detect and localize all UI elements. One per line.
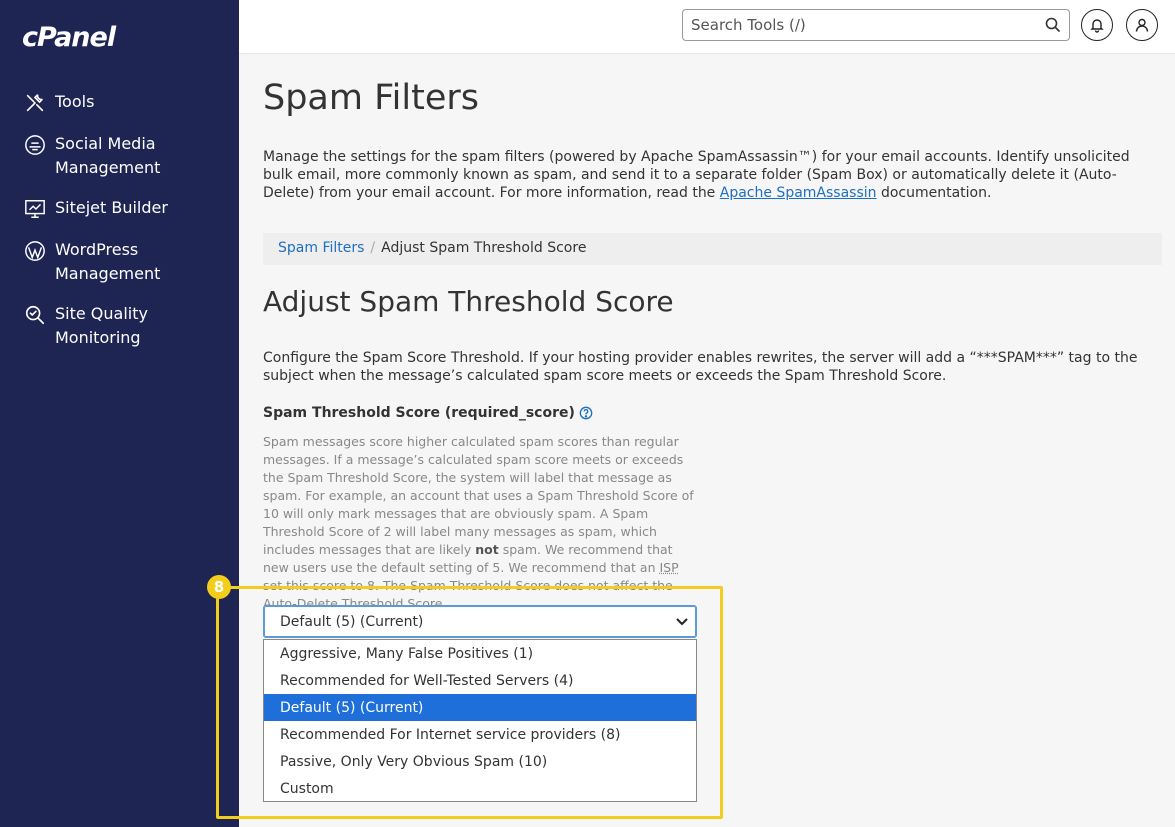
sitejet-icon bbox=[22, 196, 48, 222]
spam-threshold-dropdown: Aggressive, Many False Positives (1) Rec… bbox=[263, 639, 697, 802]
section-description: Configure the Spam Score Threshold. If y… bbox=[263, 350, 1138, 384]
sidebar: cPanel Tools Social Media Management Sit… bbox=[0, 0, 239, 827]
option-custom[interactable]: Custom bbox=[264, 775, 696, 802]
breadcrumb-separator: / bbox=[370, 240, 376, 256]
intro-text: Manage the settings for the spam filters… bbox=[263, 149, 1130, 201]
search-box bbox=[682, 9, 1070, 41]
breadcrumb-current: Adjust Spam Threshold Score bbox=[381, 240, 587, 256]
option-passive[interactable]: Passive, Only Very Obvious Spam (10) bbox=[264, 748, 696, 775]
option-well-tested[interactable]: Recommended for Well-Tested Servers (4) bbox=[264, 667, 696, 694]
sidebar-item-label: Sitejet Builder bbox=[55, 198, 168, 217]
option-aggressive[interactable]: Aggressive, Many False Positives (1) bbox=[264, 640, 696, 667]
user-icon bbox=[1135, 18, 1149, 32]
help-icon[interactable] bbox=[579, 406, 593, 420]
notifications-button[interactable] bbox=[1081, 9, 1113, 41]
sidebar-item-label: Site Quality Monitoring bbox=[55, 304, 148, 347]
cpanel-logo[interactable]: cPanel bbox=[22, 22, 116, 53]
field-label: Spam Threshold Score (required_score) bbox=[263, 405, 593, 421]
section-title: Adjust Spam Threshold Score bbox=[263, 285, 674, 318]
apache-spamassassin-link[interactable]: Apache SpamAssassin bbox=[720, 185, 877, 201]
top-header bbox=[239, 0, 1175, 54]
sidebar-nav: Tools Social Media Management Sitejet Bu… bbox=[0, 88, 239, 364]
isp-abbr: ISP bbox=[659, 560, 679, 575]
sidebar-item-wordpress[interactable]: WordPress Management bbox=[0, 236, 239, 288]
sidebar-item-label: Social Media Management bbox=[55, 134, 161, 177]
bell-icon bbox=[1090, 19, 1104, 33]
social-media-icon bbox=[22, 132, 48, 158]
breadcrumb: Spam Filters / Adjust Spam Threshold Score bbox=[263, 233, 1162, 265]
wordpress-icon bbox=[22, 238, 48, 264]
search-input[interactable] bbox=[683, 10, 1033, 40]
chevron-down-icon bbox=[676, 618, 688, 626]
select-value: Default (5) (Current) bbox=[280, 613, 424, 630]
sidebar-item-site-quality[interactable]: Site Quality Monitoring bbox=[0, 300, 239, 352]
page-title: Spam Filters bbox=[263, 78, 480, 118]
sidebar-item-label: WordPress Management bbox=[55, 240, 161, 283]
sidebar-item-social-media[interactable]: Social Media Management bbox=[0, 130, 239, 182]
spam-threshold-select[interactable]: Default (5) (Current) bbox=[263, 605, 697, 638]
breadcrumb-spam-filters-link[interactable]: Spam Filters bbox=[278, 240, 364, 256]
sidebar-item-tools[interactable]: Tools bbox=[0, 88, 239, 118]
site-quality-icon bbox=[22, 302, 48, 328]
search-icon[interactable] bbox=[1045, 17, 1061, 33]
sidebar-item-label: Tools bbox=[55, 92, 95, 111]
user-menu-button[interactable] bbox=[1126, 9, 1158, 41]
option-default[interactable]: Default (5) (Current) bbox=[264, 694, 696, 721]
tools-icon bbox=[22, 90, 48, 116]
option-isp[interactable]: Recommended For Internet service provide… bbox=[264, 721, 696, 748]
step-badge: 8 bbox=[207, 575, 231, 599]
sidebar-item-sitejet[interactable]: Sitejet Builder bbox=[0, 194, 239, 224]
